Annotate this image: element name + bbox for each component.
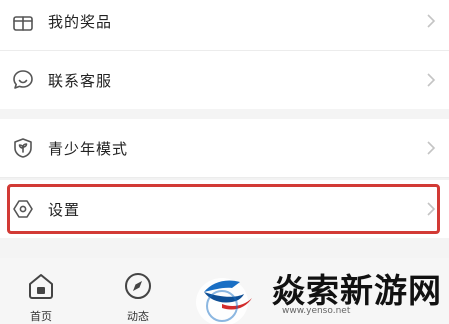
chat-icon [10, 67, 36, 93]
tab-home[interactable]: 首页 [16, 272, 66, 324]
menu-item-label: 联系客服 [48, 71, 113, 90]
home-icon [26, 272, 56, 304]
settings-highlight-box [7, 184, 440, 234]
tab-label: 动态 [127, 310, 149, 323]
chevron-right-icon [427, 141, 436, 155]
watermark-text: 焱索新游网 [272, 271, 442, 310]
divider [0, 177, 449, 178]
menu-item-teen-mode[interactable]: 青少年模式 [0, 119, 449, 177]
tab-dynamic[interactable]: 动态 [113, 272, 163, 324]
gift-icon [10, 8, 36, 34]
watermark-url: www.yenso.net [282, 306, 351, 316]
shield-leaf-icon [10, 135, 36, 161]
chevron-right-icon [427, 14, 436, 28]
chevron-right-icon [427, 73, 436, 87]
menu-item-customer-service[interactable]: 联系客服 [0, 51, 449, 109]
section-gap [0, 109, 449, 119]
tab-label: 首页 [30, 310, 52, 323]
compass-icon [123, 272, 153, 304]
menu-item-label: 我的奖品 [48, 12, 113, 31]
menu-item-prizes[interactable]: 我的奖品 [0, 0, 449, 50]
menu-item-label: 青少年模式 [48, 139, 129, 158]
